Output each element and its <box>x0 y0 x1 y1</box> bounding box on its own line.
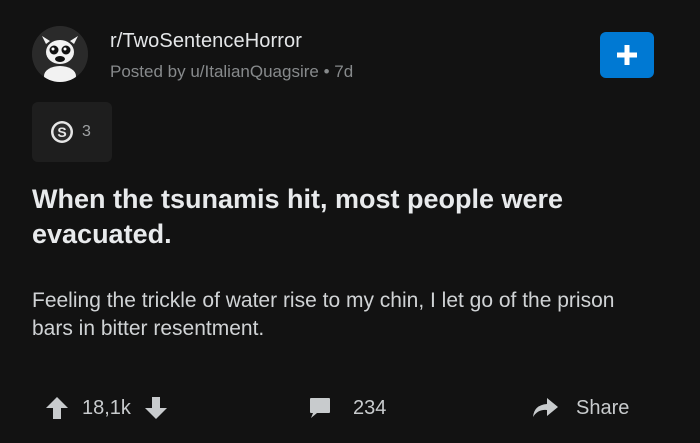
award-badge[interactable]: S 3 <box>32 102 112 162</box>
arrow-down-icon[interactable] <box>143 395 169 421</box>
subreddit-avatar[interactable] <box>32 26 88 82</box>
plus-icon <box>615 43 639 67</box>
comments-button[interactable]: 234 <box>307 388 386 428</box>
post-body: Feeling the trickle of water rise to my … <box>32 289 615 340</box>
share-arrow-icon <box>530 395 560 421</box>
post-meta: Posted by u/ItalianQuagsire • 7d <box>110 62 354 81</box>
arrow-up-icon[interactable] <box>44 395 70 421</box>
comment-bubble-icon <box>307 395 333 421</box>
comment-count: 234 <box>353 396 387 419</box>
vote-group: 18,1k <box>44 388 169 428</box>
award-count: 3 <box>82 123 91 140</box>
post-title[interactable]: When the tsunamis hit, most people were … <box>32 182 652 252</box>
action-bar: 18,1k 234 Share <box>0 388 700 428</box>
join-button[interactable] <box>600 32 654 78</box>
post-header: r/TwoSentenceHorror Posted by u/ItalianQ… <box>32 26 668 84</box>
svg-text:S: S <box>57 124 66 140</box>
subreddit-name[interactable]: r/TwoSentenceHorror <box>110 30 302 53</box>
share-button[interactable]: Share <box>530 388 629 428</box>
coin-award-icon: S <box>50 120 74 144</box>
share-label: Share <box>576 396 630 419</box>
vote-count: 18,1k <box>82 396 131 419</box>
